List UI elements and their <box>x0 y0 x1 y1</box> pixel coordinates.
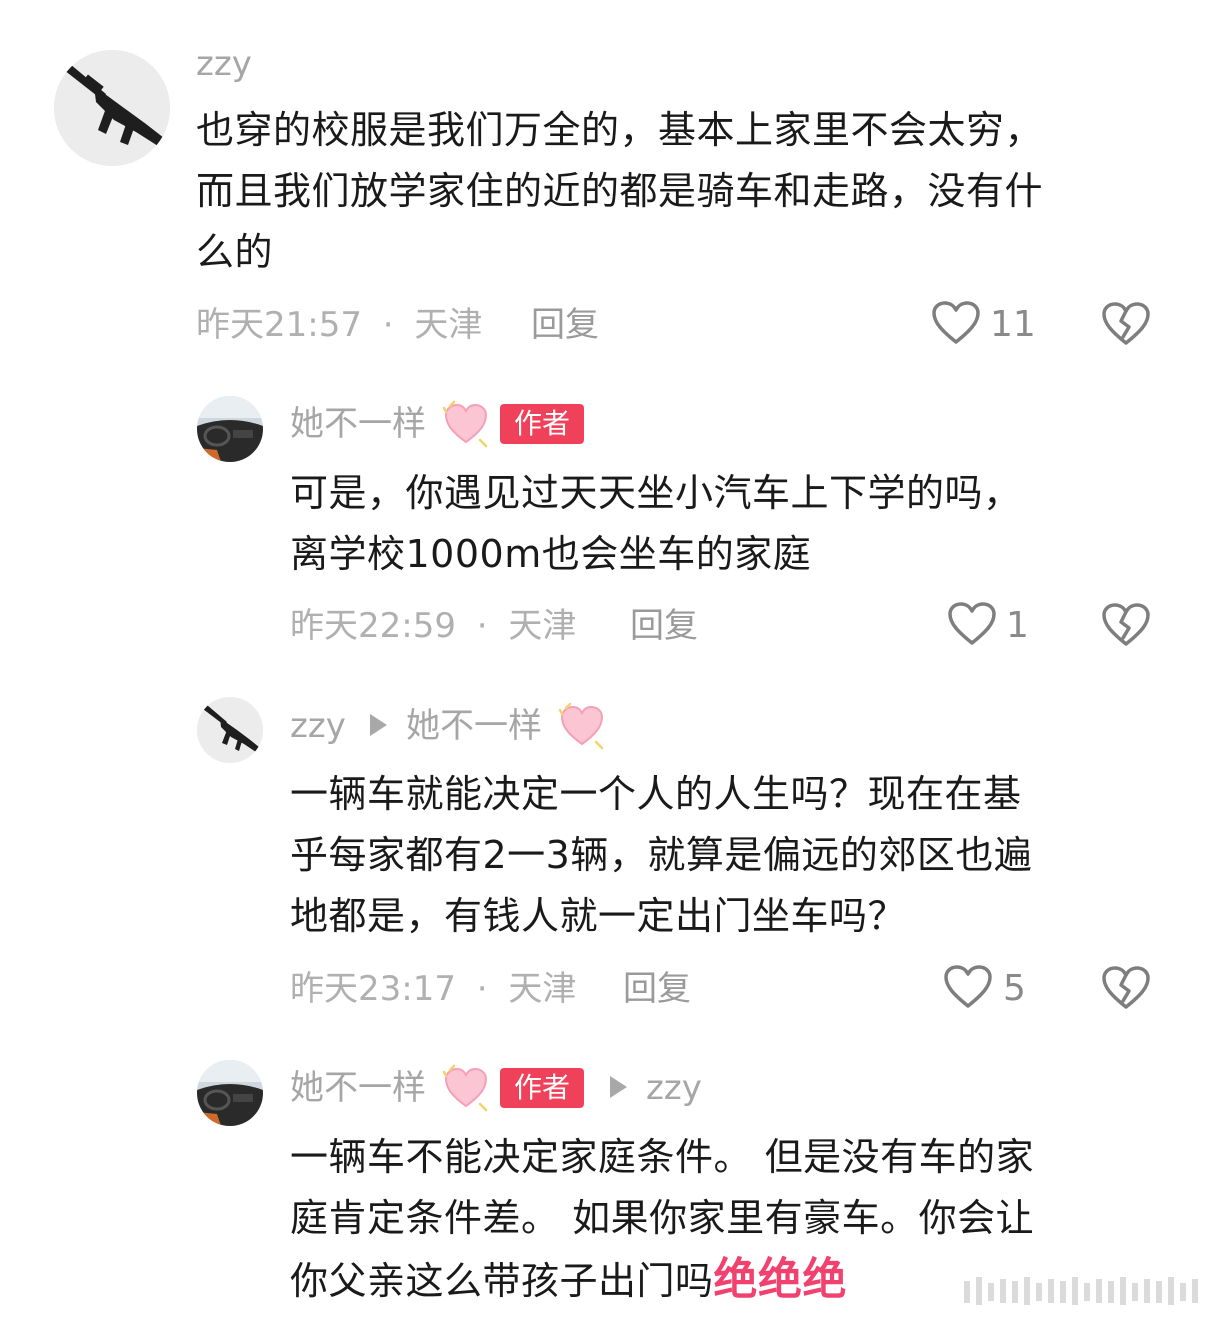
comment-text-line: 可是，你遇见过天天坐小汽车上下学的吗， <box>290 471 1022 515</box>
reply-button[interactable]: 回复 <box>630 606 698 646</box>
reply-button[interactable]: 回复 <box>623 969 691 1009</box>
like-heart-icon[interactable] <box>943 964 993 1010</box>
pink-heart-emoji-icon <box>442 400 488 448</box>
author-badge: 作者 <box>500 1068 585 1108</box>
comment-username[interactable]: zzy <box>196 44 252 84</box>
comment-username[interactable]: 她不一样 <box>290 1068 426 1108</box>
reply-button[interactable]: 回复 <box>531 305 599 345</box>
like-count: 1 <box>1006 605 1029 646</box>
avatar[interactable] <box>197 697 263 763</box>
reply-to-username[interactable]: zzy <box>646 1068 702 1108</box>
meta-separator: · <box>382 305 394 345</box>
rifle-avatar-image <box>197 697 263 763</box>
avatar[interactable] <box>54 50 170 166</box>
like-count: 5 <box>1003 968 1026 1009</box>
car-interior-avatar-image <box>197 396 263 462</box>
comment-time: 昨天23:17 <box>290 969 456 1009</box>
pink-heart-emoji-icon <box>442 1064 488 1112</box>
comment-text: 一辆车不能决定家庭条件。 但是没有车的家 庭肯定条件差。 如果你家里有豪车。你会… <box>290 1127 1034 1312</box>
comment-username[interactable]: 她不一样 <box>290 404 426 444</box>
like-count: 11 <box>990 304 1036 345</box>
like-heart-icon[interactable] <box>931 300 981 346</box>
comment-text: 也穿的校服是我们万全的，基本上家里不会太穷， 而且我们放学家住的近的都是骑车和走… <box>196 100 1043 283</box>
author-badge: 作者 <box>500 404 585 444</box>
car-interior-avatar-image <box>197 1060 263 1126</box>
comment-username[interactable]: zzy <box>290 706 346 746</box>
comment-time: 昨天22:59 <box>290 606 456 646</box>
meta-separator: · <box>476 969 488 1009</box>
comment-meta: 昨天23:17 · 天津 <box>290 969 576 1009</box>
comment-text-line: 一辆车就能决定一个人的人生吗？现在在基 <box>290 772 1022 816</box>
comment-location: 天津 <box>508 606 577 646</box>
emphasis-text: 绝绝绝 <box>713 1254 848 1305</box>
avatar[interactable] <box>197 396 263 462</box>
avatar[interactable] <box>197 1060 263 1126</box>
comment-text-line-last: 你父亲这么带孩子出门吗绝绝绝 <box>290 1249 1034 1312</box>
comment-time: 昨天21:57 <box>196 305 362 345</box>
comment-location: 天津 <box>414 305 483 345</box>
comment-meta: 昨天22:59 · 天津 <box>290 606 576 646</box>
dislike-broken-heart-icon[interactable] <box>1101 965 1151 1011</box>
comment-text: 一辆车就能决定一个人的人生吗？现在在基 乎每家都有2一3辆，就算是偏远的郊区也遍… <box>290 764 1032 947</box>
reply-arrow-icon <box>610 1076 627 1098</box>
comment-text-line: 么的 <box>196 230 274 274</box>
meta-separator: · <box>476 606 488 646</box>
dislike-broken-heart-icon[interactable] <box>1101 602 1151 648</box>
comment-text-line: 离学校1000m也会坐车的家庭 <box>290 532 812 576</box>
dislike-broken-heart-icon[interactable] <box>1101 301 1151 347</box>
like-heart-icon[interactable] <box>947 601 997 647</box>
comment-text-line: 地都是，有钱人就一定出门坐车吗？ <box>290 894 907 938</box>
comment-text-segment: 你父亲这么带孩子出门吗 <box>290 1259 714 1303</box>
pink-heart-emoji-icon <box>558 702 604 750</box>
comment-meta: 昨天21:57 · 天津 <box>196 305 482 345</box>
comment-text-line: 一辆车不能决定家庭条件。 但是没有车的家 <box>290 1135 1035 1179</box>
comment-text-line: 乎每家都有2一3辆，就算是偏远的郊区也遍 <box>290 833 1033 877</box>
reply-to-username[interactable]: 她不一样 <box>406 706 542 746</box>
rifle-avatar-image <box>54 50 170 166</box>
comment-text-line: 也穿的校服是我们万全的，基本上家里不会太穷， <box>196 108 1044 152</box>
comment-text-line: 而且我们放学家住的近的都是骑车和走路，没有什 <box>196 169 1044 213</box>
reply-arrow-icon <box>370 714 387 736</box>
comment-text: 可是，你遇见过天天坐小汽车上下学的吗， 离学校1000m也会坐车的家庭 <box>290 463 1022 585</box>
comment-text-line: 庭肯定条件差。 如果你家里有豪车。你会让 <box>290 1196 1035 1240</box>
comment-location: 天津 <box>508 969 577 1009</box>
watermark-logo <box>964 1277 1198 1305</box>
